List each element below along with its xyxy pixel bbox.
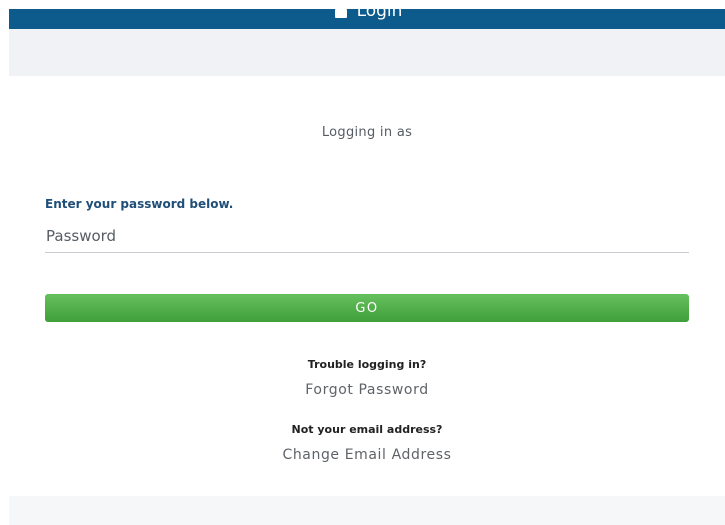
header-title-row: Login (9, 9, 725, 22)
password-prompt: Enter your password below. (45, 197, 234, 211)
header-bar: Login (9, 9, 725, 29)
password-input[interactable] (45, 219, 689, 253)
login-page: Login Logging in as Enter your password … (0, 0, 725, 525)
go-button[interactable]: GO (45, 294, 689, 322)
forgot-password-link[interactable]: Forgot Password (9, 382, 725, 398)
login-card: Logging in as Enter your password below.… (9, 76, 725, 496)
lock-icon (334, 9, 347, 18)
change-email-link[interactable]: Change Email Address (9, 447, 725, 463)
trouble-logging-in-label: Trouble logging in? (307, 358, 427, 371)
not-your-email-label: Not your email address? (291, 423, 443, 436)
account-email (249, 150, 509, 162)
header-title: Login (356, 9, 403, 21)
card-bottom-band (9, 496, 725, 525)
logging-in-as-label: Logging in as (321, 125, 413, 140)
subheader-band (9, 29, 725, 76)
